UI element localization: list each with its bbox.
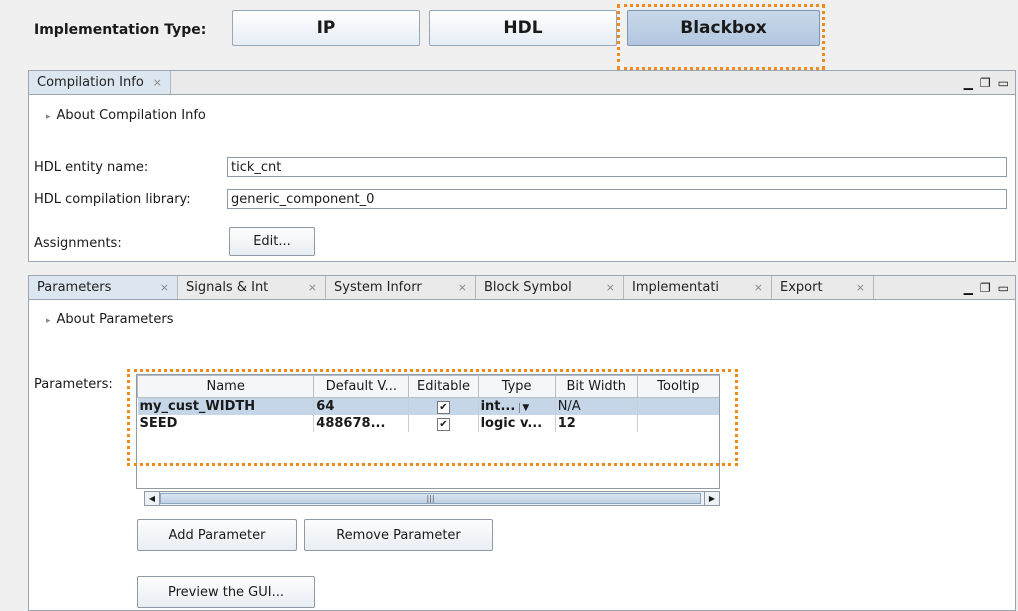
column-header-editable[interactable]: Editable bbox=[408, 375, 479, 398]
hdl-library-input[interactable]: generic_component_0 bbox=[227, 189, 1007, 209]
compilation-tabbar: Compilation Info ⨯ ▁ ❐ ▭ bbox=[29, 71, 1015, 95]
close-icon[interactable]: ⨯ bbox=[160, 281, 169, 294]
column-header-name[interactable]: Name bbox=[137, 375, 315, 398]
scroll-left-icon[interactable]: ◀ bbox=[145, 492, 160, 505]
tab-block-symbol[interactable]: Block Symbol ⨯ bbox=[476, 276, 624, 299]
maximize-icon[interactable]: ▭ bbox=[998, 76, 1009, 90]
scroll-right-icon[interactable]: ▶ bbox=[704, 492, 719, 505]
about-compilation-label: About Compilation Info bbox=[56, 108, 206, 123]
cell-type[interactable]: int... ▼ bbox=[478, 397, 556, 415]
ip-button[interactable]: IP bbox=[232, 10, 420, 46]
implementation-type-label: Implementation Type: bbox=[34, 22, 207, 38]
about-parameters-label: About Parameters bbox=[56, 312, 174, 327]
close-icon[interactable]: ⨯ bbox=[754, 281, 763, 294]
restore-icon[interactable]: ❐ bbox=[980, 281, 991, 295]
parameters-table: Name Default V... Editable Type Bit Widt… bbox=[136, 374, 720, 489]
tab-label: System Inforr bbox=[334, 280, 422, 295]
tab-label: Compilation Info bbox=[37, 75, 144, 90]
cell-bit-width[interactable]: N/A bbox=[555, 397, 638, 415]
tab-signals[interactable]: Signals & Int ⨯ bbox=[178, 276, 326, 299]
hdl-button[interactable]: HDL bbox=[429, 10, 617, 46]
scroll-thumb[interactable]: ||| bbox=[160, 493, 701, 504]
restore-icon[interactable]: ❐ bbox=[980, 76, 991, 90]
column-header-tooltip[interactable]: Tooltip bbox=[636, 375, 719, 398]
about-compilation-info[interactable]: ▸ About Compilation Info bbox=[46, 108, 206, 123]
horizontal-scrollbar[interactable]: ◀ ||| ▶ bbox=[144, 491, 720, 506]
preview-gui-button[interactable]: Preview the GUI... bbox=[137, 576, 315, 608]
tab-label: Parameters bbox=[37, 280, 112, 295]
tab-compilation-info[interactable]: Compilation Info ⨯ bbox=[29, 71, 171, 94]
minimize-icon[interactable]: ▁ bbox=[964, 76, 973, 90]
cell-default[interactable]: 488678... bbox=[313, 415, 410, 432]
window-controls: ▁ ❐ ▭ bbox=[964, 276, 1015, 299]
hdl-library-label: HDL compilation library: bbox=[34, 192, 191, 207]
expand-icon: ▸ bbox=[46, 112, 51, 122]
parameters-tabbar: Parameters ⨯ Signals & Int ⨯ System Info… bbox=[29, 276, 1015, 300]
close-icon[interactable]: ⨯ bbox=[308, 281, 317, 294]
tab-label: Export bbox=[780, 280, 823, 295]
tab-label: Implementati bbox=[632, 280, 720, 295]
tab-parameters[interactable]: Parameters ⨯ bbox=[29, 276, 178, 299]
hdl-entity-label: HDL entity name: bbox=[34, 160, 149, 175]
add-parameter-button[interactable]: Add Parameter bbox=[137, 519, 297, 551]
checkbox[interactable]: ✔ bbox=[437, 418, 450, 431]
cell-tooltip[interactable] bbox=[637, 415, 719, 432]
cell-editable[interactable]: ✔ bbox=[408, 397, 479, 415]
tab-implementation[interactable]: Implementati ⨯ bbox=[624, 276, 772, 299]
checkbox[interactable]: ✔ bbox=[437, 401, 450, 414]
table-row[interactable]: SEED 488678... ✔ logic v... 12 bbox=[137, 415, 719, 432]
remove-parameter-button[interactable]: Remove Parameter bbox=[304, 519, 493, 551]
cell-bit-width[interactable]: 12 bbox=[555, 415, 638, 432]
close-icon[interactable]: ⨯ bbox=[153, 76, 162, 89]
dropdown-arrow-icon[interactable]: ▼ bbox=[519, 403, 529, 413]
cell-name[interactable]: my_cust_WIDTH bbox=[137, 397, 315, 415]
parameters-label: Parameters: bbox=[34, 377, 113, 392]
column-header-type[interactable]: Type bbox=[477, 375, 556, 398]
column-header-bit-width[interactable]: Bit Width bbox=[554, 375, 638, 398]
cell-editable[interactable]: ✔ bbox=[408, 415, 479, 432]
close-icon[interactable]: ⨯ bbox=[458, 281, 467, 294]
table-row[interactable]: my_cust_WIDTH 64 ✔ int... ▼ N/A bbox=[137, 397, 719, 415]
minimize-icon[interactable]: ▁ bbox=[964, 281, 973, 295]
window-controls: ▁ ❐ ▭ bbox=[964, 71, 1015, 94]
tab-label: Signals & Int bbox=[186, 280, 269, 295]
tab-label: Block Symbol bbox=[484, 280, 572, 295]
tab-system-info[interactable]: System Inforr ⨯ bbox=[326, 276, 476, 299]
table-header-row: Name Default V... Editable Type Bit Widt… bbox=[137, 375, 719, 398]
close-icon[interactable]: ⨯ bbox=[856, 281, 865, 294]
about-parameters[interactable]: ▸ About Parameters bbox=[46, 312, 174, 327]
maximize-icon[interactable]: ▭ bbox=[998, 281, 1009, 295]
expand-icon: ▸ bbox=[46, 316, 51, 326]
cell-default[interactable]: 64 bbox=[313, 397, 410, 415]
edit-button[interactable]: Edit... bbox=[229, 227, 315, 256]
close-icon[interactable]: ⨯ bbox=[606, 281, 615, 294]
type-value: int... bbox=[480, 399, 516, 414]
assignments-label: Assignments: bbox=[34, 236, 122, 251]
cell-tooltip[interactable] bbox=[637, 397, 719, 415]
tab-export[interactable]: Export ⨯ bbox=[772, 276, 874, 299]
column-header-default[interactable]: Default V... bbox=[313, 375, 410, 398]
hdl-entity-input[interactable]: tick_cnt bbox=[227, 157, 1007, 177]
cell-type[interactable]: logic v... bbox=[478, 415, 556, 432]
blackbox-button[interactable]: Blackbox bbox=[627, 10, 820, 46]
cell-name[interactable]: SEED bbox=[137, 415, 315, 432]
